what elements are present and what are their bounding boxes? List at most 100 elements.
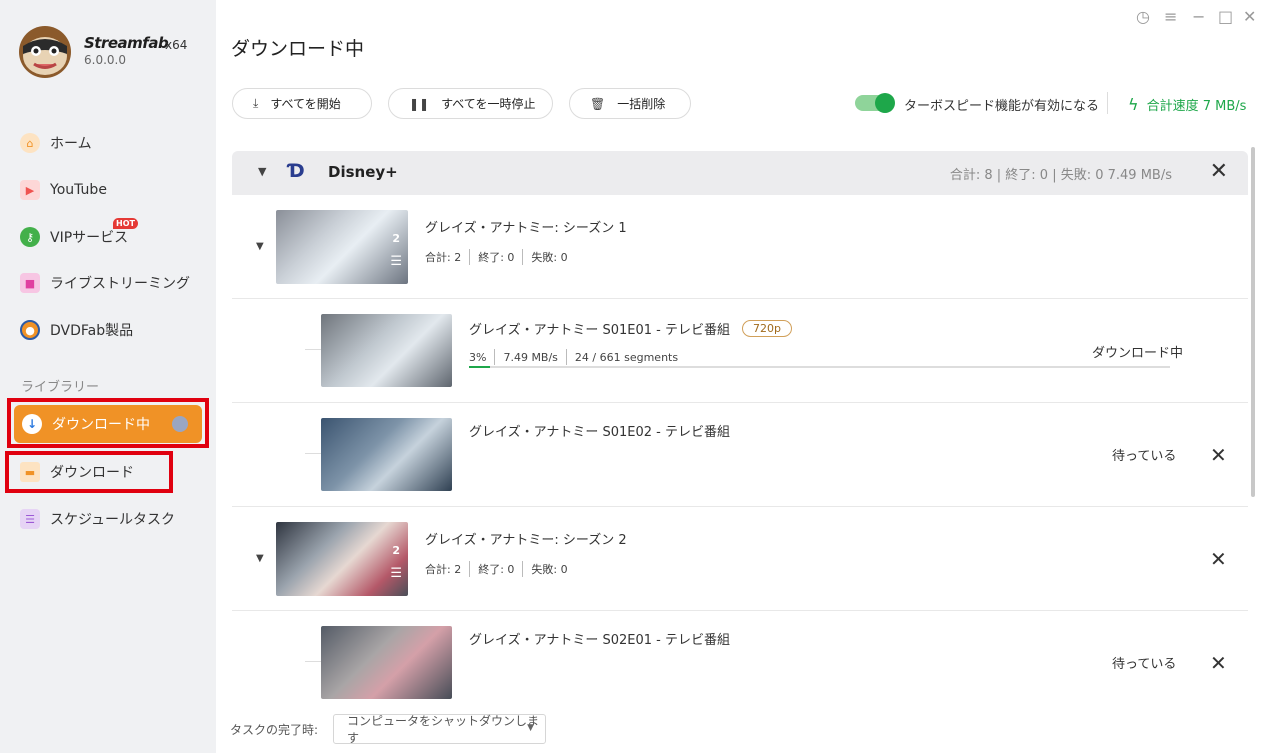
pause-icon: ❚❚	[409, 96, 430, 111]
schedule-icon: ☰	[20, 509, 40, 529]
divider	[1107, 92, 1108, 114]
library-label: ライブラリー	[21, 380, 100, 395]
episode-thumbnail	[321, 418, 452, 491]
total-speed-label: 合計速度 7 MB/s	[1146, 99, 1247, 114]
quality-badge: 720p	[742, 320, 792, 337]
tree-line	[305, 661, 321, 662]
sidebar-item-live-streaming[interactable]: ■ ライブストリーミング	[20, 268, 190, 298]
group-name: Disney+	[328, 163, 398, 181]
button-label: 一括削除	[617, 97, 666, 111]
episode-count: 2	[392, 232, 400, 245]
sidebar-item-label: YouTube	[50, 182, 107, 198]
turbo-toggle[interactable]	[855, 93, 895, 113]
episode-row: グレイズ・アナトミー S01E02 - テレビ番組 待っている ✕	[232, 403, 1248, 507]
episode-title-line: グレイズ・アナトミー S01E01 - テレビ番組 720p	[469, 319, 792, 338]
collapse-caret-icon[interactable]: ▼	[258, 165, 266, 178]
episode-row: グレイズ・アナトミー S02E01 - テレビ番組 待っている ✕	[232, 611, 1248, 703]
delete-all-button[interactable]: 🗑 一括削除	[569, 88, 691, 119]
scrollbar[interactable]	[1251, 147, 1255, 497]
on-complete-label: タスクの完了時:	[230, 723, 319, 737]
hot-badge: HOT	[113, 218, 138, 229]
close-icon[interactable]: ✕	[1210, 159, 1228, 184]
clock-icon[interactable]: ◷	[1136, 7, 1150, 26]
progress-stats: 3% 7.49 MB/s 24 / 661 segments	[469, 349, 678, 365]
maximize-icon[interactable]: □	[1218, 7, 1233, 26]
sidebar-item-schedule[interactable]: ☰ スケジュールタスク	[20, 504, 175, 534]
failed-count: 失敗: 0	[531, 563, 568, 576]
collapse-caret-icon[interactable]: ▼	[256, 553, 264, 564]
season-title: グレイズ・アナトミー: シーズン 1	[425, 221, 627, 236]
episode-title: グレイズ・アナトミー S01E02 - テレビ番組	[469, 425, 730, 440]
start-all-button[interactable]: ⤓ すべてを開始	[232, 88, 372, 119]
tree-line	[305, 453, 321, 454]
done-count: 終了: 0	[478, 251, 515, 264]
sloth-logo	[17, 24, 74, 79]
episode-thumbnail	[321, 314, 452, 387]
page-title: ダウンロード中	[231, 38, 365, 60]
close-window-icon[interactable]: ✕	[1243, 7, 1256, 26]
season-title: グレイズ・アナトミー: シーズン 2	[425, 533, 627, 548]
sidebar-item-label: ライブストリーミング	[50, 276, 190, 292]
tree-line	[305, 349, 321, 350]
sidebar-item-home[interactable]: ⌂ ホーム	[20, 128, 92, 158]
home-icon: ⌂	[20, 133, 40, 153]
key-icon: ⚷	[20, 227, 40, 247]
toggle-knob	[875, 93, 895, 113]
button-label: すべてを開始	[270, 97, 341, 111]
sidebar-item-vip[interactable]: ⚷ VIPサービス HOT	[20, 218, 138, 252]
download-list: ▼ Ɗ Disney+ 合計: 8 | 終了: 0 | 失敗: 0 7.49 M…	[232, 151, 1248, 703]
on-complete-select[interactable]: コンピュータをシャットダウンします ▼	[333, 714, 546, 745]
season-thumbnail: 2 ☰	[276, 210, 408, 284]
segments: 24 / 661 segments	[574, 350, 679, 364]
highlight-box	[5, 451, 173, 493]
collapse-caret-icon[interactable]: ▼	[256, 241, 264, 252]
playlist-icon: ☰	[390, 566, 402, 581]
arch-label: x64	[165, 38, 188, 52]
status-label: ダウンロード中	[1092, 346, 1184, 361]
menu-icon[interactable]: ≡	[1164, 7, 1177, 26]
dvdfab-icon: ●	[20, 320, 40, 340]
sidebar-item-dvdfab[interactable]: ● DVDFab製品	[20, 315, 133, 345]
download-speed: 7.49 MB/s	[503, 350, 558, 364]
total-count: 合計: 2	[425, 251, 462, 264]
button-label: すべてを一時停止	[441, 97, 536, 111]
sidebar-item-label: スケジュールタスク	[50, 512, 176, 528]
sidebar-item-label: VIPサービス	[50, 230, 129, 246]
disney-plus-icon: Ɗ	[288, 160, 305, 182]
close-icon[interactable]: ✕	[1210, 651, 1227, 675]
brand-name: Streamfab	[84, 34, 169, 52]
episode-row: グレイズ・アナトミー S01E01 - テレビ番組 720p 3% 7.49 M…	[232, 299, 1248, 403]
live-camera-icon: ■	[20, 273, 40, 293]
highlight-box	[7, 398, 209, 448]
trash-icon: 🗑	[590, 96, 606, 111]
minimize-icon[interactable]: −	[1192, 7, 1205, 26]
close-icon[interactable]: ✕	[1210, 443, 1227, 467]
episode-thumbnail	[321, 626, 452, 699]
streamfab-window: Streamfab x64 6.0.0.0 ⌂ ホーム ▶ YouTube ⚷ …	[0, 0, 1269, 753]
turbo-label: ターボスピード機能が有効になる	[904, 99, 1100, 114]
episode-title: グレイズ・アナトミー S02E01 - テレビ番組	[469, 633, 730, 648]
episode-count: 2	[392, 544, 400, 557]
pause-all-button[interactable]: ❚❚ すべてを一時停止	[388, 88, 553, 119]
version-label: 6.0.0.0	[84, 53, 126, 67]
youtube-icon: ▶	[20, 180, 40, 200]
progress-percent: 3%	[469, 350, 487, 364]
progress-bar	[469, 366, 1170, 368]
done-count: 終了: 0	[478, 563, 515, 576]
episode-title: グレイズ・アナトミー S01E01 - テレビ番組	[469, 323, 730, 338]
sidebar-item-label: ホーム	[50, 136, 92, 152]
group-stats: 合計: 8 | 終了: 0 | 失敗: 0 7.49 MB/s	[949, 168, 1172, 183]
sidebar: Streamfab x64 6.0.0.0 ⌂ ホーム ▶ YouTube ⚷ …	[0, 0, 216, 753]
sidebar-item-youtube[interactable]: ▶ YouTube	[20, 175, 107, 205]
season-row: ▼ 2 ☰ グレイズ・アナトミー: シーズン 1 合計: 2 終了: 0 失敗:…	[232, 195, 1248, 299]
close-icon[interactable]: ✕	[1210, 547, 1227, 571]
season-stats: 合計: 2 終了: 0 失敗: 0	[425, 561, 568, 577]
playlist-icon: ☰	[390, 254, 402, 269]
progress-fill	[469, 366, 491, 368]
group-header-disney[interactable]: ▼ Ɗ Disney+ 合計: 8 | 終了: 0 | 失敗: 0 7.49 M…	[232, 151, 1248, 195]
chevron-down-icon: ▼	[527, 723, 534, 733]
total-count: 合計: 2	[425, 563, 462, 576]
season-stats: 合計: 2 終了: 0 失敗: 0	[425, 249, 568, 265]
lightning-icon: ϟ	[1128, 95, 1139, 114]
sidebar-item-label: DVDFab製品	[50, 323, 134, 339]
